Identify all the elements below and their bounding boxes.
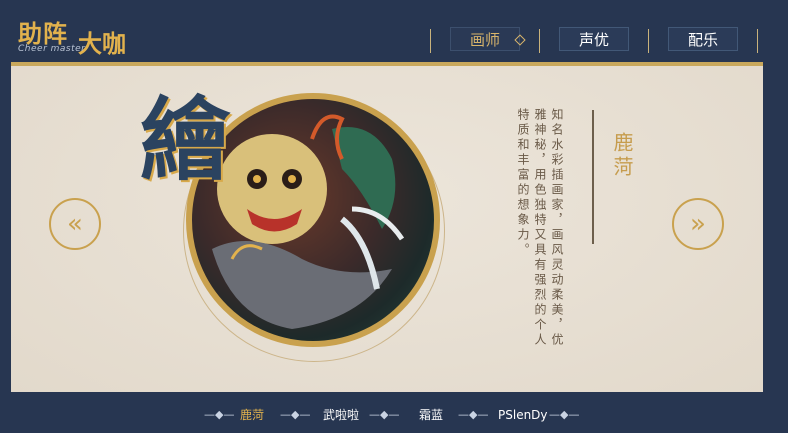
chevron-right-icon: » — [690, 209, 706, 239]
next-button[interactable]: » — [672, 198, 724, 250]
footer-item-shuanglan[interactable]: 霜蓝 — [419, 407, 443, 423]
footer-item-pslendy[interactable]: PSlenDy — [498, 407, 548, 423]
footer-item-wulala[interactable]: 武啦啦 — [323, 407, 359, 423]
nav-divider — [757, 29, 758, 53]
nav-divider — [430, 29, 431, 53]
footer-separator: —◆— — [280, 408, 311, 421]
footer-item-luhe[interactable]: 鹿菏 — [240, 407, 264, 423]
brand-logo[interactable]: 助阵 大咖 Cheer master — [18, 10, 148, 58]
artist-description: 知名水彩插画家，画风灵动柔美，优雅神秘，用色独特又具有强烈的个人特质和丰富的想象… — [516, 108, 564, 348]
tab-painter-label: 画师 — [469, 31, 500, 49]
decorative-calligraphy: 繪 — [140, 87, 230, 193]
tab-voice-actor[interactable]: 声优 — [559, 27, 629, 51]
tab-painter[interactable]: 画师 — [450, 27, 520, 51]
footer-separator: —◆— — [204, 408, 235, 421]
brand-subtitle: Cheer master — [18, 44, 86, 54]
nav-divider — [539, 29, 540, 53]
footer-separator: —◆— — [458, 408, 489, 421]
chevron-left-icon: « — [67, 209, 83, 239]
prev-button[interactable]: « — [49, 198, 101, 250]
footer-separator: —◆— — [369, 408, 400, 421]
tab-music[interactable]: 配乐 — [668, 27, 738, 51]
footer-separator: —◆— — [549, 408, 580, 421]
tab-music-label: 配乐 — [687, 31, 718, 49]
vertical-divider — [592, 110, 594, 244]
tab-voice-actor-label: 声优 — [578, 31, 609, 49]
nav-divider — [648, 29, 649, 53]
artist-name: 鹿菏 — [610, 132, 634, 180]
